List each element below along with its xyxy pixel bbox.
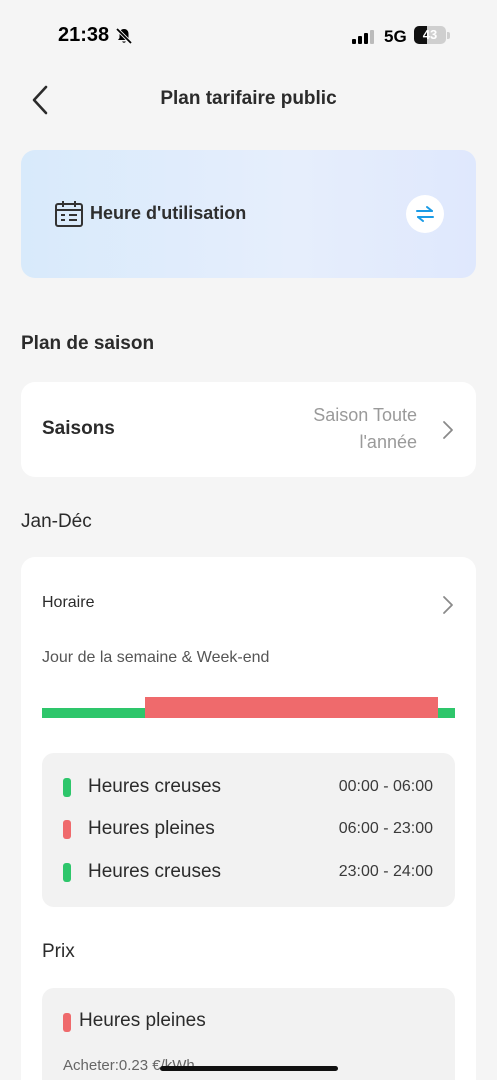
swap-button[interactable] [406,195,444,233]
timeline-off-peak-segment [42,708,146,718]
period-time: 06:00 - 23:00 [338,820,433,837]
season-plan-title: Plan de saison [21,333,155,354]
period-time: 00:00 - 06:00 [338,778,433,795]
period-row: Heures creuses 00:00 - 06:00 [42,773,455,803]
peak-marker [63,820,71,839]
off-peak-marker [63,778,71,797]
period-row: Heures creuses 23:00 - 24:00 [42,858,455,888]
price-item-name: Heures pleines [79,1010,206,1031]
seasons-value: Saison Toute l'année [313,405,417,452]
period-name: Heures pleines [88,818,215,839]
period-name: Heures creuses [88,861,222,882]
battery-icon: 43 [414,26,446,44]
schedule-chevron-right-icon[interactable] [442,595,454,615]
banner-title: Heure d'utilisation [90,203,247,223]
season-range-title: Jan-Déc [21,511,92,532]
period-time: 23:00 - 24:00 [338,863,433,880]
page-title: Plan tarifaire public [160,88,337,109]
home-indicator [160,1066,338,1071]
timeline-bar [42,697,455,721]
peak-marker [63,1013,71,1032]
battery-level: 43 [422,27,438,42]
days-label: Jour de la semaine & Week-end [42,649,270,666]
bell-off-icon [115,27,133,45]
seasons-label: Saisons [42,418,115,439]
period-row: Heures pleines 06:00 - 23:00 [42,815,455,845]
battery-tip [447,32,450,39]
schedule-label: Horaire [42,594,95,611]
period-name: Heures creuses [88,776,222,797]
swap-arrows-icon [416,206,434,222]
schedule-card: Horaire Jour de la semaine & Week-end He… [21,557,476,1080]
network-type: 5G [384,27,407,46]
status-bar: 21:38 5G 43 [0,0,497,72]
signal-icon [352,30,374,44]
status-time: 21:38 [58,24,110,46]
seasons-row[interactable]: Saisons Saison Toute l'année [21,382,476,477]
time-of-use-banner: Heure d'utilisation [21,150,476,278]
off-peak-marker [63,863,71,882]
calendar-icon [55,201,83,227]
price-title: Prix [42,941,75,962]
timeline-off-peak-segment [437,708,455,718]
timeline-peak-segment [145,697,438,718]
chevron-right-icon [443,421,453,439]
periods-list: Heures creuses 00:00 - 06:00 Heures plei… [42,753,455,907]
